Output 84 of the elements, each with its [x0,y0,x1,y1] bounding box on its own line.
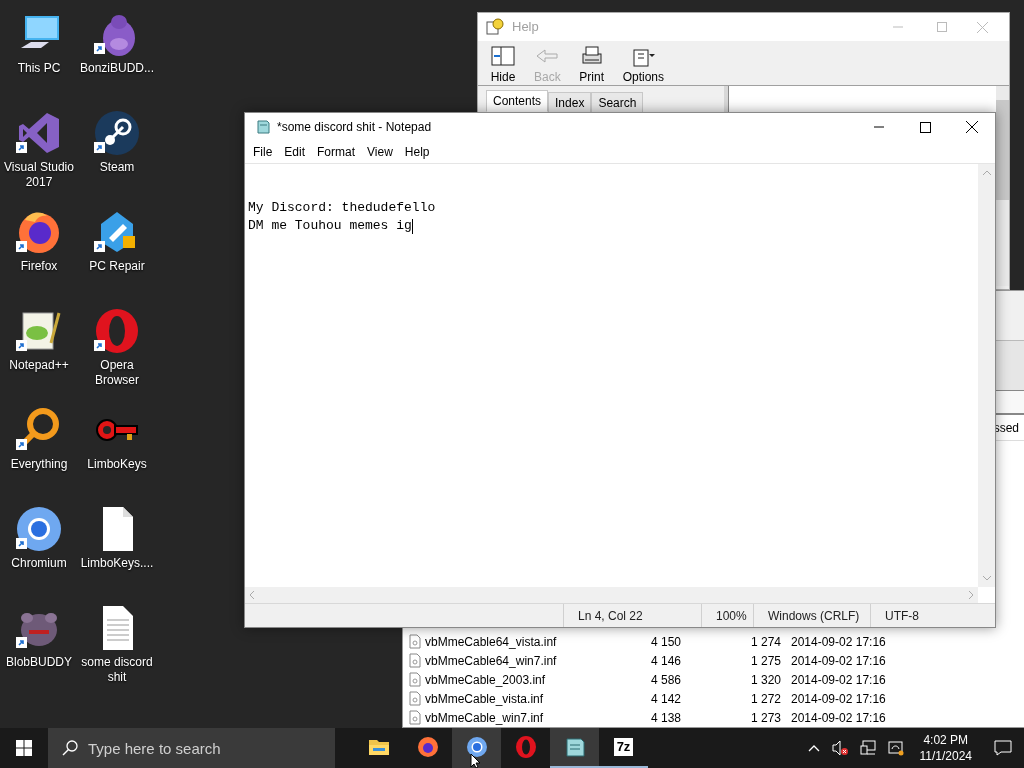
network-icon[interactable] [859,740,876,756]
table-cell-text: 4 138 [649,709,681,727]
table-cell-text: 4 586 [649,671,681,689]
icon-label[interactable]: Steam [78,160,156,175]
firefox-icon [415,735,440,759]
file-name[interactable]: vbMmeCable_vista.inf [425,689,595,708]
icon-label[interactable]: Opera Browser [78,358,156,388]
file-icon [409,710,421,725]
close-icon[interactable] [966,121,978,133]
icon-label[interactable]: BlobBUDDY [0,655,78,670]
chromium-icon[interactable] [15,505,63,553]
opera-icon [513,735,538,759]
windows-logo-icon [16,740,32,756]
search-field[interactable]: Type here to search [48,728,335,768]
scrollbar[interactable] [996,86,1009,286]
icon-label[interactable]: Firefox [0,259,78,274]
status-text: Windows (CRLF) [753,604,870,627]
status-text: UTF-8 [870,604,970,627]
table-cell-text: 4 146 [649,652,681,670]
notepad-icon [255,119,271,135]
table-cell-text: 2014-09-02 17:16 [791,633,886,651]
maximize-icon[interactable] [920,121,931,133]
table-cell-text: 4 142 [649,690,681,708]
table-cell-text: 1 274 [749,633,781,651]
mouse-cursor-icon [470,753,482,768]
icon-label[interactable]: Chromium [0,556,78,571]
table-cell-text: 2014-09-02 17:16 [791,652,886,670]
file-name[interactable]: vbMmeCable_win7.inf [425,708,595,727]
file-name[interactable]: vbMmeCable64_win7.inf [425,651,595,670]
muted-speaker-icon[interactable] [831,740,848,756]
notification-icon[interactable] [994,740,1012,756]
clock-date[interactable]: 11/1/2024 [919,748,972,764]
toolbar-button[interactable]: Options [616,44,671,86]
table-cell-text: 1 320 [749,671,781,689]
icon-label[interactable]: Everything [0,457,78,472]
icon-label[interactable]: BonziBUDD... [78,61,156,76]
icon-label[interactable]: some discord shit [78,655,156,685]
search-icon [62,740,78,756]
status-text: 100% [701,604,753,627]
file-icon [409,653,421,668]
file-icon [409,691,421,706]
table-cell-text: 2014-09-02 17:16 [791,671,886,689]
text-line: DM me Touhou memes ig [248,217,412,235]
table-cell-text: 2014-09-02 17:16 [791,690,886,708]
taskbar-app-button[interactable] [550,728,599,768]
window-title: Help [512,18,539,37]
table-cell-text: 1 275 [749,652,781,670]
toolbar-button[interactable]: Hide [484,44,522,86]
status-text: Ln 4, Col 22 [563,604,701,627]
steam-icon[interactable] [93,109,141,157]
taskbar-app-button[interactable] [452,728,501,768]
menu-item[interactable]: Edit [278,143,312,161]
window-title: *some discord shit - Notepad [277,119,432,136]
table-cell-text: 4 150 [649,633,681,651]
tab[interactable]: Index [548,92,592,114]
file-icon [409,672,421,687]
table-cell-text: 2014-09-02 17:16 [791,709,886,727]
icon-label[interactable]: Visual Studio 2017 [0,160,78,190]
hide-pane-icon [490,44,516,68]
chromium-icon [464,735,489,759]
toolbar-button[interactable]: Print [572,44,611,86]
table-cell-text: 1 273 [749,709,781,727]
menu-item[interactable]: Help [398,143,436,161]
menu-item[interactable]: View [361,143,399,161]
tab[interactable]: Contents [486,90,549,112]
icon-label[interactable]: LimboKeys.... [78,556,156,571]
icon-label[interactable]: PC Repair [78,259,156,274]
clock-time[interactable]: 4:02 PM [923,732,969,748]
tab[interactable]: Search [591,92,644,114]
icon-label[interactable]: This PC [0,61,78,76]
menu-item[interactable]: Format [311,143,362,161]
file-name[interactable]: vbMmeCable64_vista.inf [425,632,595,651]
file-icon [409,634,421,649]
taskbar-app-button[interactable]: 7z [599,728,648,768]
file-name[interactable]: vbMmeCable_2003.inf [425,670,595,689]
icon-label[interactable]: LimboKeys [78,457,156,472]
opera-icon[interactable] [93,307,141,355]
table-cell-text: 1 272 [749,690,781,708]
text-line: My Discord: thedudefello [248,199,437,217]
text-cursor [411,218,413,234]
chevron-up-icon[interactable] [807,744,820,752]
icon-label[interactable]: Notepad++ [0,358,78,373]
menu-item[interactable]: File [247,143,279,161]
text-area[interactable]: My Discord: thedudefello DM me Touhou memes ig [245,164,978,587]
